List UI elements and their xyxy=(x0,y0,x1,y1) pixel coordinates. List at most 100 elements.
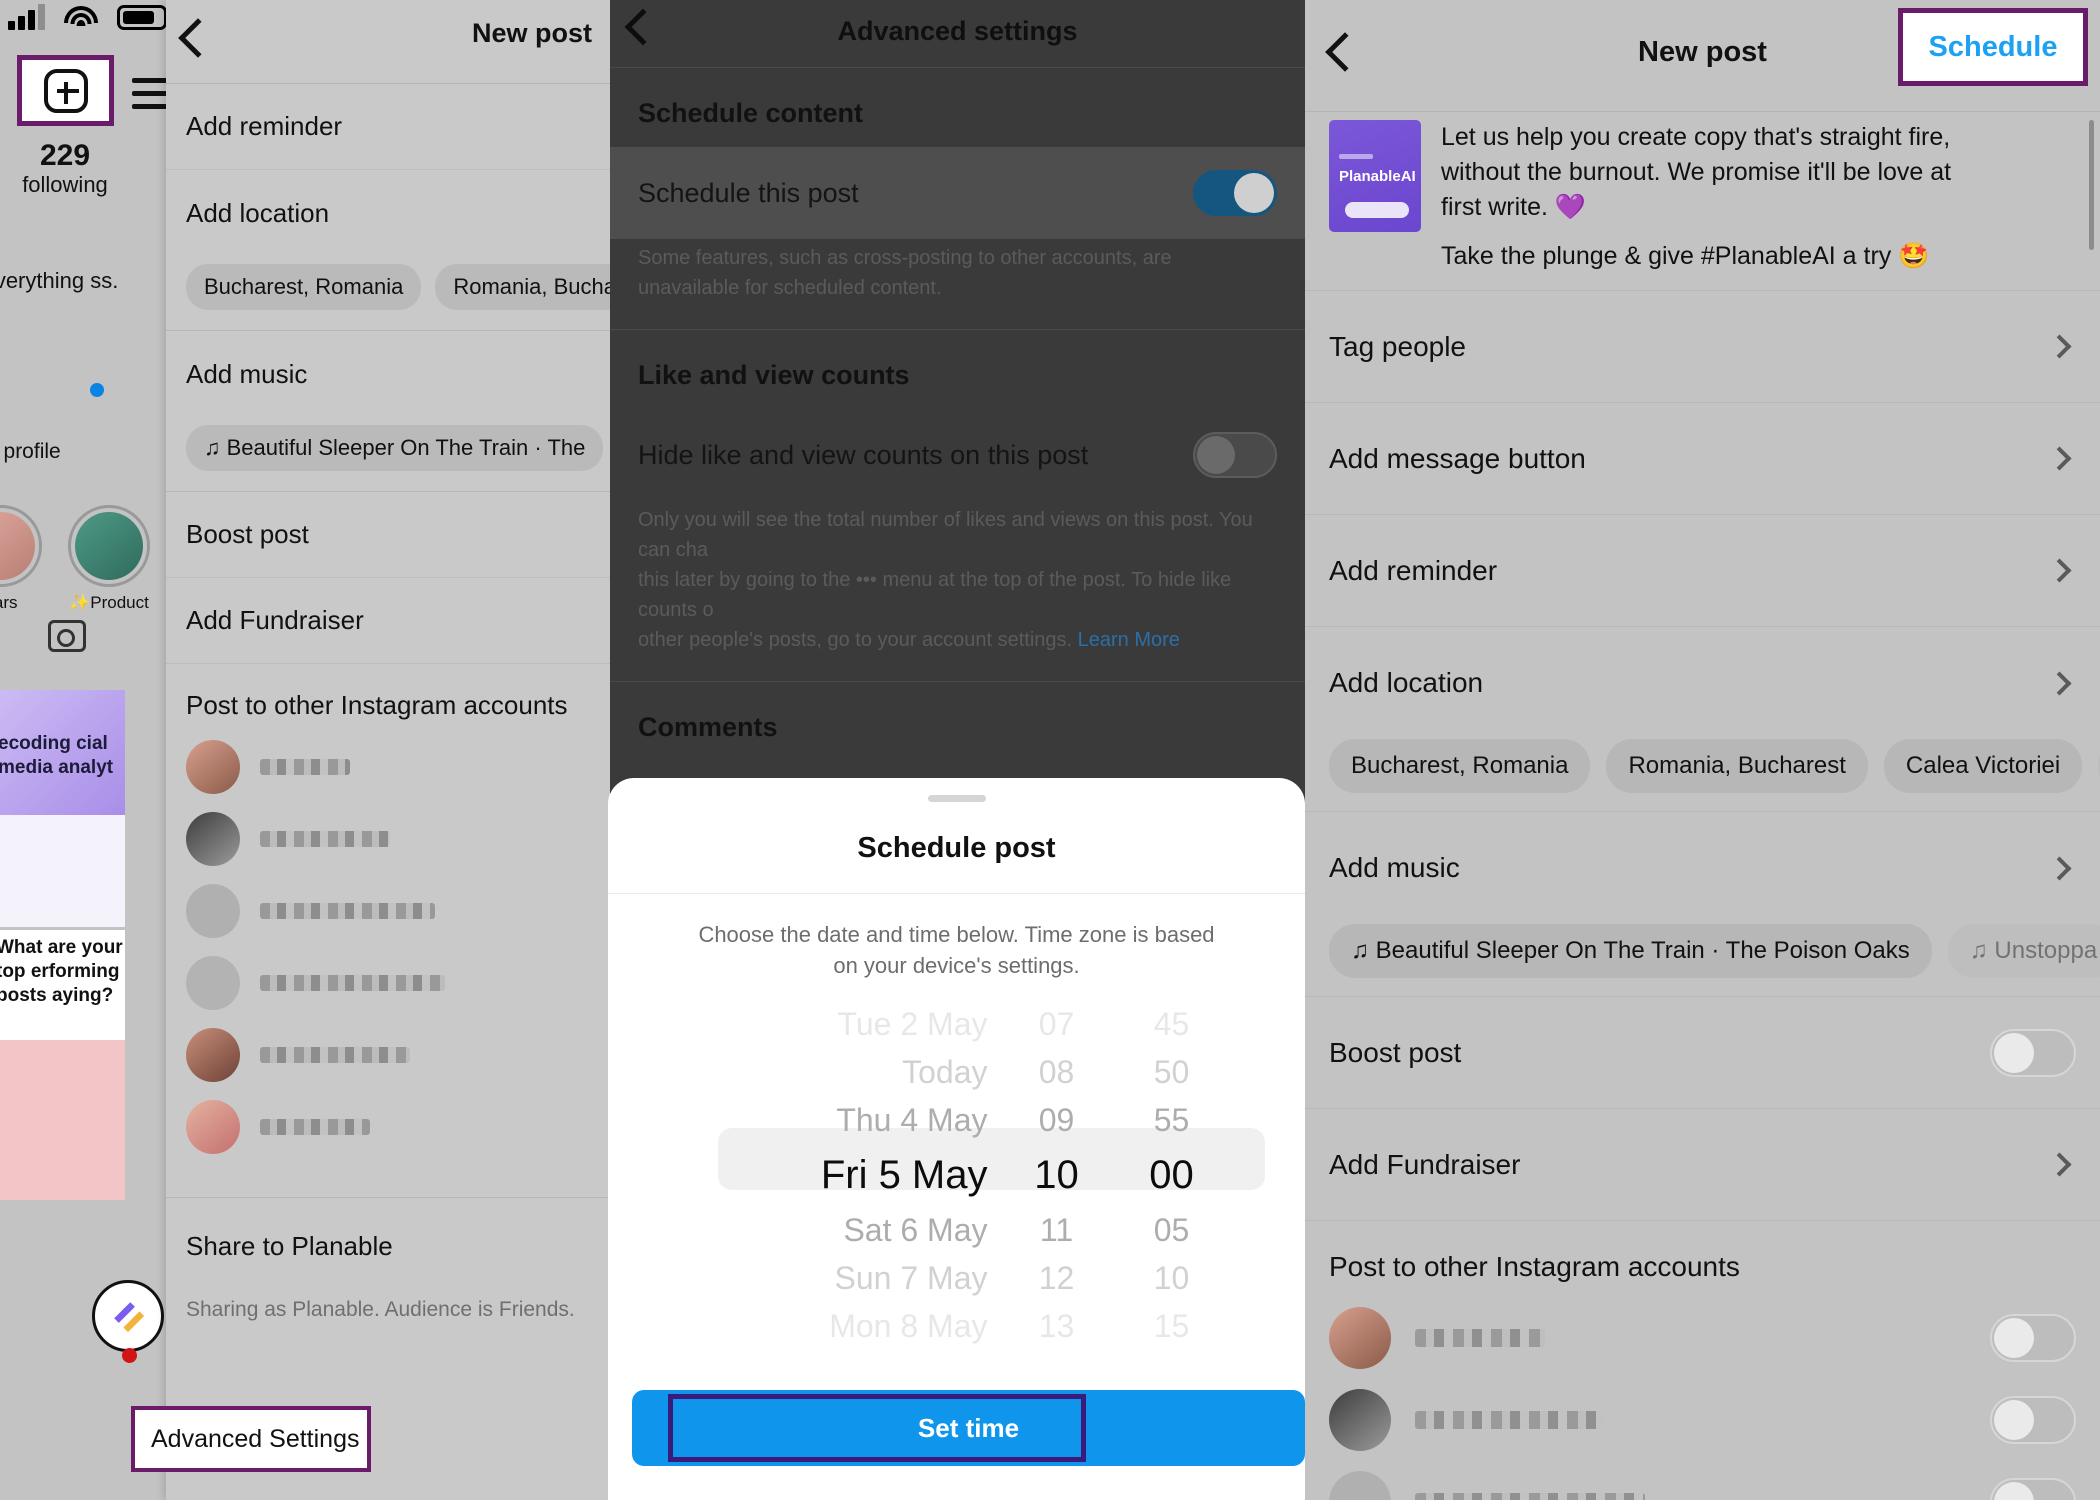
row-share-to-planable[interactable]: Share to Planable xyxy=(166,1198,610,1294)
list-item[interactable] xyxy=(1305,1297,2100,1379)
row-label: Add Fundraiser xyxy=(186,605,364,635)
avatar xyxy=(68,505,150,587)
status-bar xyxy=(8,4,171,30)
row-hide-like-counts[interactable]: Hide like and view counts on this post xyxy=(610,409,1305,501)
picker-item[interactable]: 15 xyxy=(1112,1302,1232,1350)
list-item[interactable] xyxy=(166,1019,610,1091)
avatar[interactable] xyxy=(92,1280,164,1352)
picker-item[interactable]: 05 xyxy=(1112,1206,1232,1254)
schedule-post-toggle[interactable] xyxy=(1193,170,1277,216)
picker-item[interactable]: Today xyxy=(682,1048,1002,1096)
row-add-fundraiser[interactable]: Add Fundraiser xyxy=(1305,1109,2100,1221)
advanced-settings-button[interactable]: Advanced Settings xyxy=(131,1406,371,1472)
picker-item[interactable]: 50 xyxy=(1112,1048,1232,1096)
picker-item[interactable]: 12 xyxy=(1002,1254,1112,1302)
schedule-button-label: Schedule xyxy=(1928,30,2058,63)
music-chip[interactable]: ♫ Unstoppa xyxy=(1948,924,2100,978)
location-chip[interactable]: Bucharest, Romania xyxy=(1329,739,1591,793)
caption-line: Let us help you create copy that's strai… xyxy=(1441,123,1951,151)
row-label: Add reminder xyxy=(1329,554,1498,586)
highlight-item[interactable]: ✨Product xyxy=(68,505,150,613)
avatar xyxy=(186,956,240,1010)
post-thumbnail[interactable]: ecoding cial media analyt xyxy=(0,690,125,815)
row-add-message-button[interactable]: Add message button xyxy=(1305,403,2100,515)
picker-item-selected[interactable]: 10 xyxy=(1002,1144,1112,1206)
picker-item[interactable]: Sun 7 May xyxy=(682,1254,1002,1302)
location-chip[interactable]: Bucharest, Romania xyxy=(186,264,422,310)
post-thumbnail[interactable] xyxy=(0,815,125,927)
row-add-fundraiser[interactable]: Add Fundraiser xyxy=(166,578,610,664)
caption-preview[interactable]: PlanableAI Let us help you create copy t… xyxy=(1305,112,2100,290)
avatar xyxy=(1329,1471,1391,1500)
list-item[interactable] xyxy=(166,875,610,947)
drag-handle[interactable] xyxy=(927,795,986,802)
edit-profile-label[interactable]: e profile xyxy=(0,440,61,464)
row-add-reminder[interactable]: Add reminder xyxy=(166,84,610,170)
picker-item[interactable]: 10 xyxy=(1112,1254,1232,1302)
music-chip[interactable]: ♫ Beautiful Sleeper On The Train · The xyxy=(186,425,604,471)
new-post-plus-button[interactable] xyxy=(17,55,114,126)
advanced-settings-header: Advanced settings xyxy=(610,0,1305,68)
datetime-picker[interactable]: Tue 2 May Today Thu 4 May Fri 5 May Sat … xyxy=(608,1000,1305,1344)
hide-counts-toggle[interactable] xyxy=(1193,432,1277,478)
post-thumbnail[interactable] xyxy=(0,1040,125,1200)
account-toggle[interactable] xyxy=(1990,1314,2076,1362)
tagged-photos-icon[interactable] xyxy=(48,620,86,652)
location-chip[interactable]: Romania, Bucharest xyxy=(1606,739,1868,793)
signal-bars-icon xyxy=(8,4,45,30)
row-label: Tag people xyxy=(1329,330,1467,362)
picker-item[interactable]: 11 xyxy=(1002,1206,1112,1254)
row-boost-post[interactable]: Boost post xyxy=(1305,997,2100,1109)
list-item[interactable] xyxy=(1305,1379,2100,1461)
row-label: Schedule this post xyxy=(638,177,859,208)
chevron-left-icon[interactable] xyxy=(178,18,218,58)
picker-item[interactable]: 45 xyxy=(1112,1000,1232,1048)
post-thumbnail[interactable]: What are your top erforming posts aying? xyxy=(0,930,125,1040)
picker-item[interactable]: Tue 2 May xyxy=(682,1000,1002,1048)
list-item[interactable] xyxy=(166,947,610,1019)
picker-item[interactable]: 07 xyxy=(1002,1000,1112,1048)
music-chip[interactable]: ♫ Beautiful Sleeper On The Train · The P… xyxy=(1329,924,1932,978)
row-add-location[interactable]: Add location xyxy=(1305,627,2100,739)
row-schedule-this-post[interactable]: Schedule this post xyxy=(610,147,1305,239)
highlight-item[interactable]: hars xyxy=(0,505,42,613)
list-item[interactable] xyxy=(166,731,610,803)
music-chips: ♫ Beautiful Sleeper On The Train · The P… xyxy=(1305,924,2100,996)
row-boost-post[interactable]: Boost post xyxy=(166,492,610,578)
learn-more-link[interactable]: Learn More xyxy=(1078,629,1180,651)
picker-item[interactable]: 09 xyxy=(1002,1096,1112,1144)
picker-item[interactable]: Mon 8 May xyxy=(682,1302,1002,1350)
picker-column-minute[interactable]: 45 50 55 00 05 10 15 xyxy=(1112,1000,1232,1350)
caption-line: Take the plunge & give #PlanableAI a try… xyxy=(1441,242,1930,270)
picker-item[interactable]: 55 xyxy=(1112,1096,1232,1144)
row-label: Hide like and view counts on this post xyxy=(638,439,1089,470)
row-add-location[interactable]: Add location xyxy=(166,170,610,256)
account-toggle[interactable] xyxy=(1990,1396,2076,1444)
picker-item[interactable]: Sat 6 May xyxy=(682,1206,1002,1254)
row-label: Boost post xyxy=(1329,1036,1462,1068)
row-add-music[interactable]: Add music xyxy=(1305,812,2100,924)
picker-item[interactable]: 13 xyxy=(1002,1302,1112,1350)
account-name xyxy=(260,975,445,991)
list-item[interactable] xyxy=(166,1091,610,1163)
list-item[interactable] xyxy=(1305,1461,2100,1500)
schedule-button[interactable]: Schedule xyxy=(1898,8,2088,86)
row-add-reminder[interactable]: Add reminder xyxy=(1305,515,2100,627)
account-toggle[interactable] xyxy=(1990,1478,2076,1500)
picker-item[interactable]: Thu 4 May xyxy=(682,1096,1002,1144)
picker-column-hour[interactable]: 07 08 09 10 11 12 13 xyxy=(1002,1000,1112,1350)
location-chip[interactable]: Romania, Bucha xyxy=(435,264,634,310)
picker-item-selected[interactable]: 00 xyxy=(1112,1144,1232,1206)
boost-post-toggle[interactable] xyxy=(1990,1028,2076,1077)
picker-item-selected[interactable]: Fri 5 May xyxy=(682,1144,1002,1206)
row-tag-people[interactable]: Tag people xyxy=(1305,291,2100,403)
following-stat[interactable]: 229 following xyxy=(0,140,130,198)
location-chip[interactable]: Calea Victoriei xyxy=(1883,739,2083,793)
avatar xyxy=(186,1028,240,1082)
row-add-music[interactable]: Add music xyxy=(166,331,610,417)
picker-item[interactable]: 08 xyxy=(1002,1048,1112,1096)
row-label: Add music xyxy=(1329,852,1460,883)
caption-scrollbar[interactable] xyxy=(2089,120,2094,250)
picker-column-date[interactable]: Tue 2 May Today Thu 4 May Fri 5 May Sat … xyxy=(682,1000,1002,1350)
list-item[interactable] xyxy=(166,803,610,875)
